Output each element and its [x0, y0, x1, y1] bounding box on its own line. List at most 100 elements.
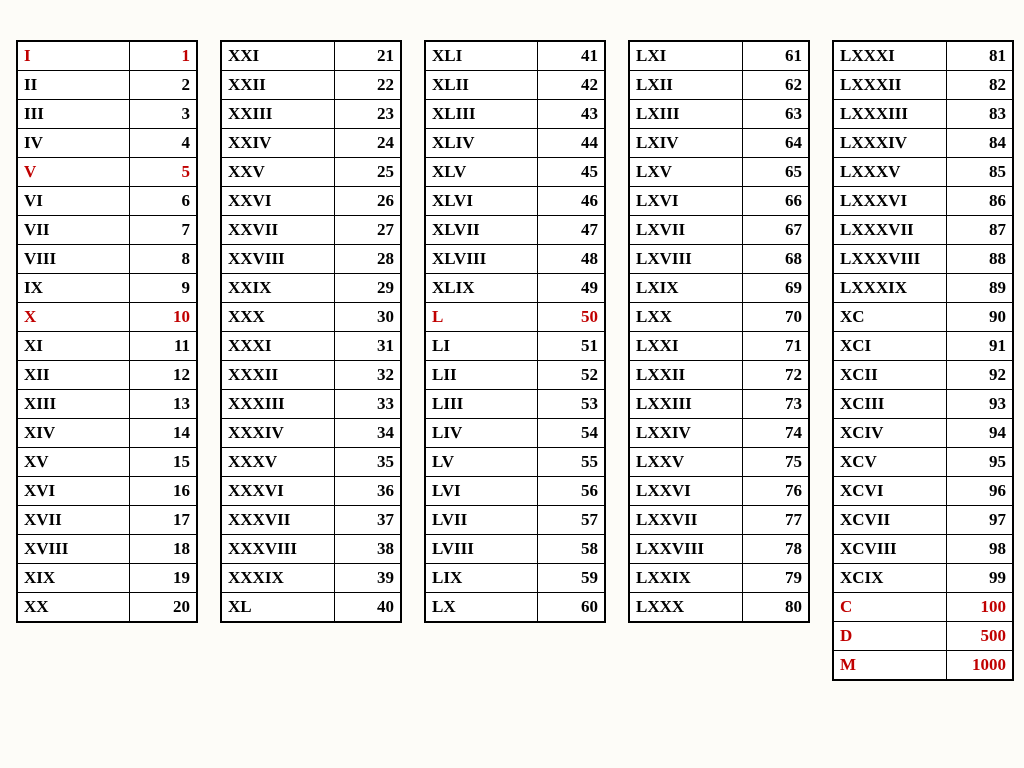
table-row: XXX30 — [221, 303, 401, 332]
roman-numeral-cell: LIV — [425, 419, 538, 448]
table-row: XCV95 — [833, 448, 1013, 477]
table-row: LX60 — [425, 593, 605, 623]
arabic-number-cell: 59 — [538, 564, 605, 593]
table-row: XXXVI36 — [221, 477, 401, 506]
arabic-number-cell: 60 — [538, 593, 605, 623]
arabic-number-cell: 73 — [742, 390, 809, 419]
arabic-number-cell: 23 — [334, 100, 401, 129]
arabic-number-cell: 54 — [538, 419, 605, 448]
table-row: LVI56 — [425, 477, 605, 506]
arabic-number-cell: 19 — [130, 564, 197, 593]
roman-numeral-cell: LX — [425, 593, 538, 623]
table-row: XXIII23 — [221, 100, 401, 129]
arabic-number-cell: 63 — [742, 100, 809, 129]
roman-numeral-cell: VIII — [17, 245, 130, 274]
arabic-number-cell: 1000 — [946, 651, 1013, 681]
table-row: XVI16 — [17, 477, 197, 506]
table-row: XLIV44 — [425, 129, 605, 158]
arabic-number-cell: 39 — [334, 564, 401, 593]
arabic-number-cell: 85 — [946, 158, 1013, 187]
roman-numeral-cell: LXXIV — [629, 419, 742, 448]
arabic-number-cell: 45 — [538, 158, 605, 187]
roman-numeral-cell: XXV — [221, 158, 334, 187]
arabic-number-cell: 29 — [334, 274, 401, 303]
table-row: XII12 — [17, 361, 197, 390]
arabic-number-cell: 2 — [130, 71, 197, 100]
roman-numeral-cell: XCII — [833, 361, 946, 390]
table-row: XXII22 — [221, 71, 401, 100]
roman-numeral-cell: XII — [17, 361, 130, 390]
arabic-number-cell: 87 — [946, 216, 1013, 245]
arabic-number-cell: 34 — [334, 419, 401, 448]
arabic-number-cell: 32 — [334, 361, 401, 390]
arabic-number-cell: 68 — [742, 245, 809, 274]
roman-numeral-cell: XI — [17, 332, 130, 361]
table-row: XIII13 — [17, 390, 197, 419]
roman-numeral-cell: XCIV — [833, 419, 946, 448]
arabic-number-cell: 42 — [538, 71, 605, 100]
arabic-number-cell: 52 — [538, 361, 605, 390]
table-row: XV15 — [17, 448, 197, 477]
arabic-number-cell: 86 — [946, 187, 1013, 216]
roman-numeral-cell: LXXXII — [833, 71, 946, 100]
table-row: XCVI96 — [833, 477, 1013, 506]
roman-numeral-cell: XVI — [17, 477, 130, 506]
table-row: XXXVIII38 — [221, 535, 401, 564]
table-row: LXV65 — [629, 158, 809, 187]
arabic-number-cell: 80 — [742, 593, 809, 623]
arabic-number-cell: 56 — [538, 477, 605, 506]
table-row: XXVI26 — [221, 187, 401, 216]
table-row: XXVIII28 — [221, 245, 401, 274]
table-row: XLV45 — [425, 158, 605, 187]
roman-numeral-cell: XXVIII — [221, 245, 334, 274]
table-row: LXXXV85 — [833, 158, 1013, 187]
arabic-number-cell: 76 — [742, 477, 809, 506]
roman-numeral-cell: LXXIX — [629, 564, 742, 593]
table-row: VIII8 — [17, 245, 197, 274]
roman-numeral-cell: LI — [425, 332, 538, 361]
table-row: LXXXVII87 — [833, 216, 1013, 245]
roman-numeral-cell: XLIII — [425, 100, 538, 129]
table-row: LXXIX79 — [629, 564, 809, 593]
roman-numeral-cell: XLVIII — [425, 245, 538, 274]
arabic-number-cell: 3 — [130, 100, 197, 129]
arabic-number-cell: 58 — [538, 535, 605, 564]
roman-numeral-cell: LXXXIV — [833, 129, 946, 158]
table-row: XLIII43 — [425, 100, 605, 129]
roman-numeral-cell: XXVI — [221, 187, 334, 216]
roman-numeral-cell: VI — [17, 187, 130, 216]
arabic-number-cell: 5 — [130, 158, 197, 187]
arabic-number-cell: 70 — [742, 303, 809, 332]
arabic-number-cell: 15 — [130, 448, 197, 477]
roman-numeral-cell: XIX — [17, 564, 130, 593]
table-row: XLI41 — [425, 41, 605, 71]
roman-numeral-cell: XCVI — [833, 477, 946, 506]
table-row: XXV25 — [221, 158, 401, 187]
roman-numeral-cell: II — [17, 71, 130, 100]
arabic-number-cell: 38 — [334, 535, 401, 564]
arabic-number-cell: 6 — [130, 187, 197, 216]
table-row: LXXIII73 — [629, 390, 809, 419]
table-row: IX9 — [17, 274, 197, 303]
arabic-number-cell: 9 — [130, 274, 197, 303]
arabic-number-cell: 20 — [130, 593, 197, 623]
table-row: LXI61 — [629, 41, 809, 71]
arabic-number-cell: 53 — [538, 390, 605, 419]
arabic-number-cell: 96 — [946, 477, 1013, 506]
roman-numeral-cell: LXX — [629, 303, 742, 332]
table-row: IV4 — [17, 129, 197, 158]
roman-numeral-cell: LIX — [425, 564, 538, 593]
arabic-number-cell: 78 — [742, 535, 809, 564]
roman-numeral-cell: XCI — [833, 332, 946, 361]
roman-numeral-cell: XXIII — [221, 100, 334, 129]
roman-numeral-cell: LXVI — [629, 187, 742, 216]
arabic-number-cell: 40 — [334, 593, 401, 623]
roman-numeral-cell: XCVII — [833, 506, 946, 535]
roman-numeral-cell: LVIII — [425, 535, 538, 564]
arabic-number-cell: 13 — [130, 390, 197, 419]
table-row: LII52 — [425, 361, 605, 390]
column-5: LXXXI81LXXXII82LXXXIII83LXXXIV84LXXXV85L… — [832, 40, 1014, 681]
arabic-number-cell: 66 — [742, 187, 809, 216]
roman-numeral-cell: III — [17, 100, 130, 129]
arabic-number-cell: 98 — [946, 535, 1013, 564]
